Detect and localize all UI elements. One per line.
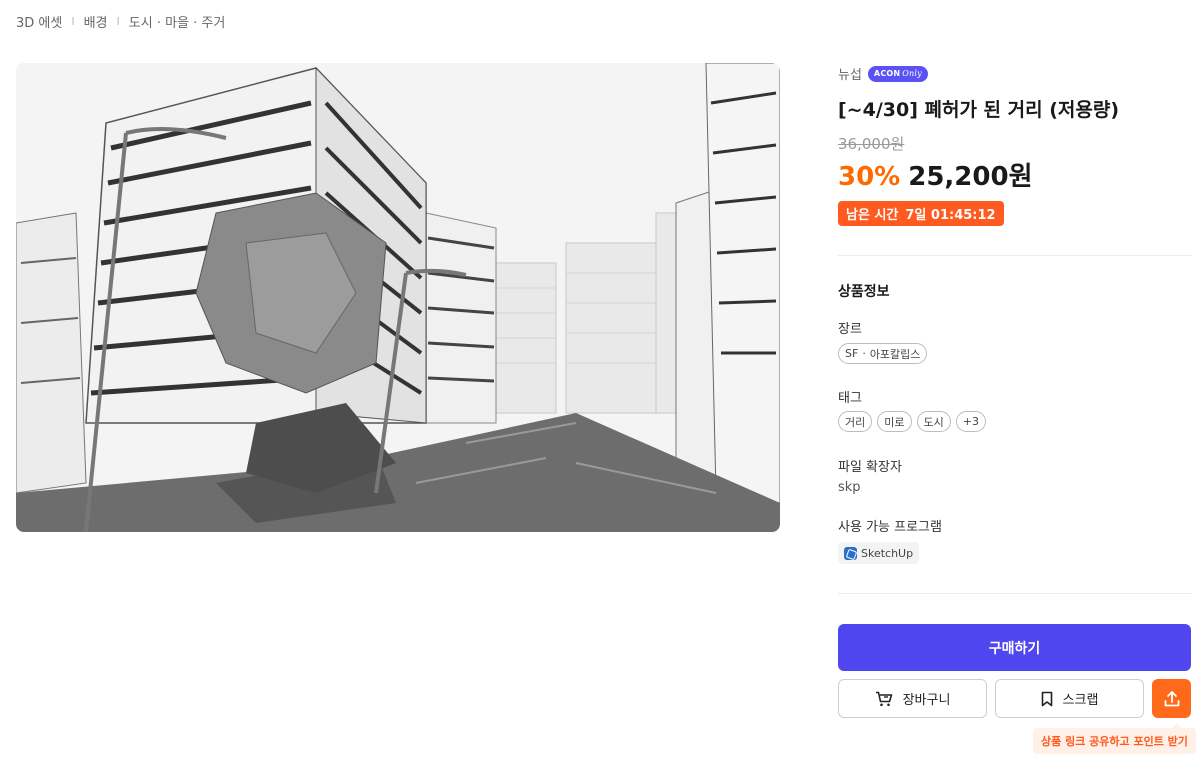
tags-label: 태그 [838,391,862,406]
price-row: 30% 25,200원 [838,156,1033,193]
file-extension-value: skp [838,480,861,495]
timer-label: 남은 시간 [846,208,899,223]
tags-chip-row: 거리 미로 도시 +3 [838,411,986,432]
buy-button[interactable]: 구매하기 [838,624,1191,671]
discount-rate: 30% [838,162,901,192]
cart-icon [875,691,892,706]
scrap-button-label: 스크랩 [1062,693,1099,708]
timer-value: 7일 01:45:12 [905,208,996,223]
breadcrumb: 3D 에셋 I 배경 I 도시 · 마을 · 주거 [16,12,225,31]
remaining-time-badge: 남은 시간 7일 01:45:12 [838,201,1004,226]
genre-chip-row: SF · 아포칼립스 [838,343,928,364]
genre-chip[interactable]: SF · 아포칼립스 [838,343,928,364]
tag-chip-maze[interactable]: 미로 [877,411,912,432]
cart-button-label: 장바구니 [902,693,951,708]
share-points-tooltip: 상품 링크 공유하고 포인트 받기 [1033,723,1196,754]
genre-label: 장르 [838,322,862,337]
ruined-city-street-image [16,63,780,532]
breadcrumb-item-city-town[interactable]: 도시 · 마을 · 주거 [129,12,226,31]
breadcrumb-item-3d-assets[interactable]: 3D 에셋 [16,12,62,31]
product-image[interactable] [16,63,780,532]
breadcrumb-separator: I [116,15,120,28]
share-button[interactable] [1152,679,1191,718]
program-value: SketchUp [861,546,914,560]
divider [838,255,1192,256]
acon-badge-sub: Only [902,69,922,78]
sale-price: 25,200원 [908,162,1033,192]
divider [838,593,1192,594]
genre-separator: · [862,347,866,360]
breadcrumb-separator: I [71,15,75,28]
tag-chip-city[interactable]: 도시 [916,411,951,432]
file-extension-label: 파일 확장자 [838,460,902,475]
tag-chip-more[interactable]: +3 [955,411,986,432]
seller-name[interactable]: 뉴섭 [838,64,862,83]
original-price: 36,000원 [838,135,905,153]
sketchup-icon [844,546,857,560]
product-title: [~4/30] 폐허가 된 거리 (저용량) [838,99,1120,121]
acon-only-badge: ACON Only [867,65,928,82]
share-upload-icon [1164,690,1179,706]
product-info-title: 상품정보 [838,284,890,300]
cart-button[interactable]: 장바구니 [838,679,987,718]
bookmark-icon [1041,691,1052,706]
program-label: 사용 가능 프로그램 [838,520,942,535]
breadcrumb-item-background[interactable]: 배경 [84,12,108,31]
seller-row: 뉴섭 ACON Only [838,64,928,83]
program-chip: SketchUp [838,542,920,564]
genre-value-apocalypse: 아포칼립스 [869,347,921,361]
tag-chip-street[interactable]: 거리 [838,411,873,432]
genre-value-sf: SF [845,347,859,360]
acon-badge-main: ACON [873,69,901,78]
scrap-button[interactable]: 스크랩 [995,679,1144,718]
